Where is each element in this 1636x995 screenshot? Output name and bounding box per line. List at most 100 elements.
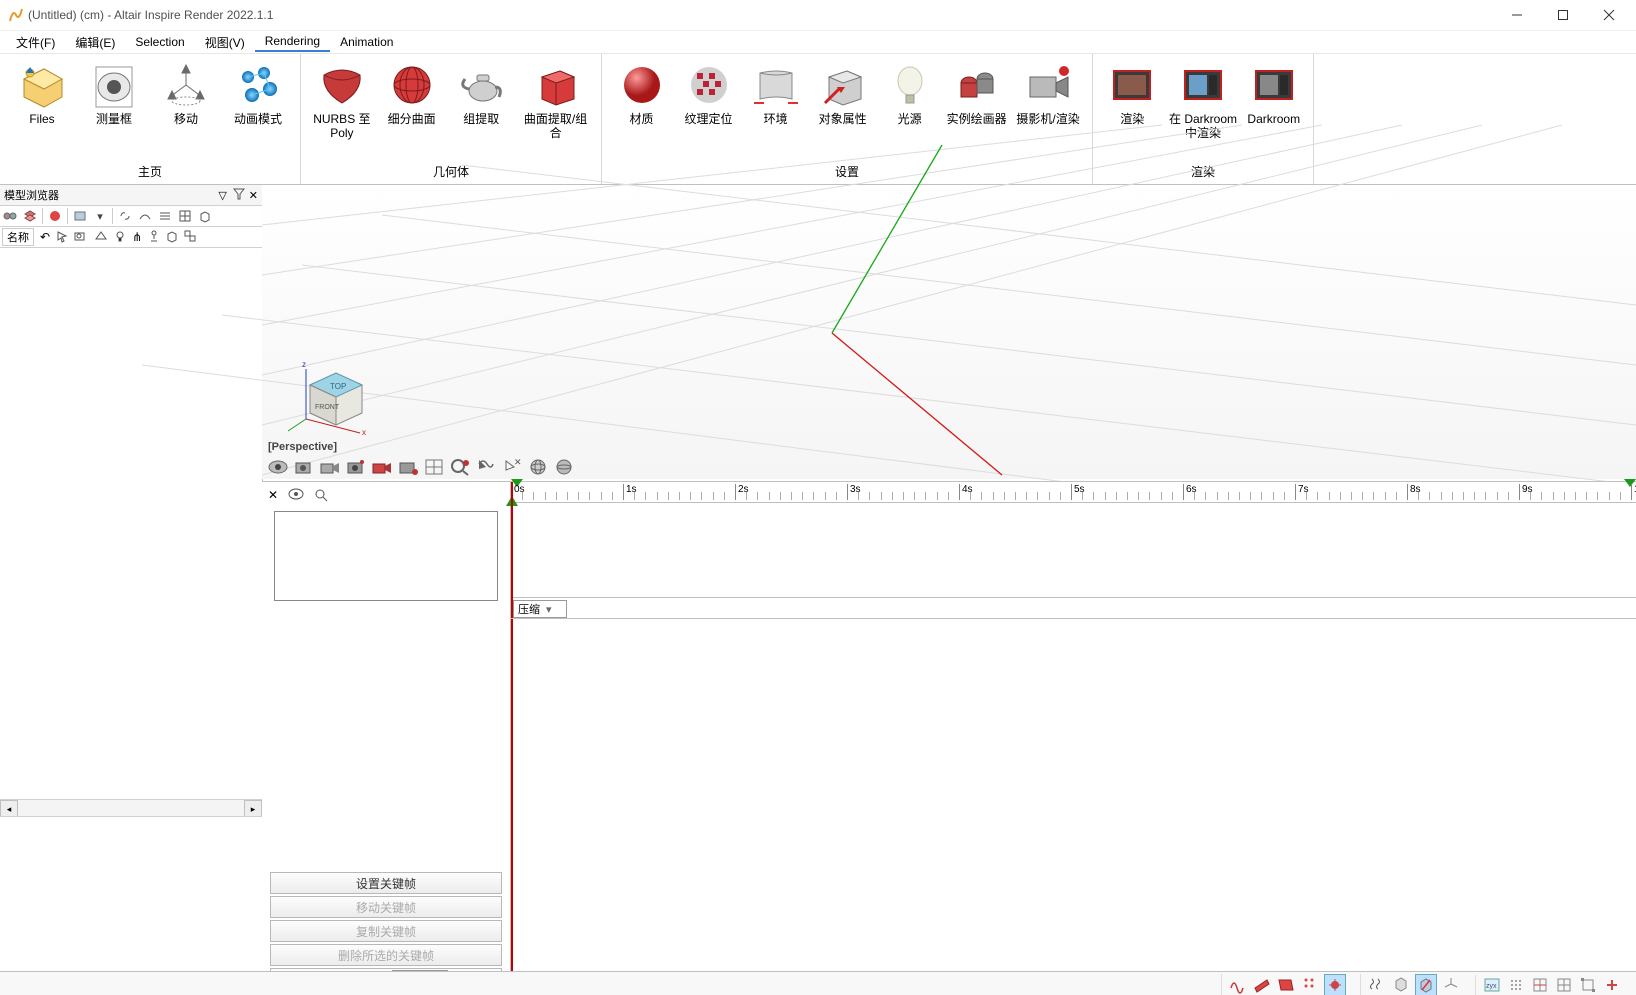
vt-one-icon[interactable] xyxy=(474,455,498,479)
sb-add-icon[interactable] xyxy=(1602,975,1622,995)
tl-eye-icon[interactable] xyxy=(288,488,304,505)
sb-grid3-icon[interactable] xyxy=(1554,975,1574,995)
viewport-label: [Perspective] xyxy=(268,441,337,453)
tool-scene-icon[interactable] xyxy=(2,208,18,224)
darkroom-render-button[interactable]: 在 Darkroom 中渲染 xyxy=(1165,58,1240,142)
material-button[interactable]: 材质 xyxy=(608,58,675,128)
funnel-icon[interactable] xyxy=(233,188,245,203)
tl-close-icon[interactable]: ✕ xyxy=(268,488,278,505)
tb2-back-icon[interactable]: ↶ xyxy=(40,230,50,244)
tool-env-icon[interactable] xyxy=(67,208,88,224)
files-button[interactable]: Files xyxy=(6,58,78,128)
close-panel-icon[interactable]: ✕ xyxy=(249,189,258,202)
vt-cam-red-icon[interactable] xyxy=(370,455,394,479)
menu-file[interactable]: 文件(F) xyxy=(6,32,65,53)
move-button[interactable]: 移动 xyxy=(150,58,222,128)
menu-view[interactable]: 视图(V) xyxy=(195,32,255,53)
darkroom-button[interactable]: Darkroom xyxy=(1241,58,1307,128)
minimize-button[interactable] xyxy=(1494,0,1540,30)
instance-painter-button[interactable]: 实例绘画器 xyxy=(943,58,1010,128)
horizontal-scrollbar[interactable]: ◂ ▸ xyxy=(0,800,262,816)
texture-pos-button[interactable]: 纹理定位 xyxy=(675,58,742,128)
sb-snap-icon[interactable] xyxy=(1324,974,1346,995)
set-keyframe-button[interactable]: 设置关键帧 xyxy=(270,872,502,894)
sb-red-plane2-icon[interactable] xyxy=(1276,974,1296,994)
delete-selected-keyframe-button[interactable]: 删除所选的关键帧 xyxy=(270,944,502,966)
track-compress-select[interactable]: 压缩▾ xyxy=(513,600,567,618)
tb2-stand-icon[interactable] xyxy=(148,230,160,245)
sb-wave-icon[interactable] xyxy=(1228,974,1248,994)
surface-extract-button[interactable]: 曲面提取/组合 xyxy=(516,58,595,142)
copy-keyframe-button[interactable]: 复制关键帧 xyxy=(270,920,502,942)
menu-selection[interactable]: Selection xyxy=(125,33,194,51)
ribbon-group-render: 渲染 xyxy=(1093,161,1313,184)
menu-rendering[interactable]: Rendering xyxy=(255,32,330,52)
tb2-light-icon[interactable] xyxy=(114,230,126,245)
render-button[interactable]: 渲染 xyxy=(1099,58,1165,128)
tb2-tripod-icon[interactable]: ⋔ xyxy=(132,230,142,244)
sb-axis-icon[interactable]: zyx xyxy=(1482,975,1502,995)
measure-button[interactable]: 测量框 xyxy=(78,58,150,128)
maximize-button[interactable] xyxy=(1540,0,1586,30)
tool-list-icon[interactable] xyxy=(157,208,173,224)
vt-cam2-icon[interactable] xyxy=(318,455,342,479)
vt-grid-icon[interactable] xyxy=(422,455,446,479)
cube-red-icon xyxy=(531,60,581,110)
timeline-tracks[interactable]: 0s1s2s3s4s5s6s7s8s9s10s 压缩▾ xyxy=(511,482,1636,995)
viewport-3d[interactable]: TOP FRONT z x xyxy=(262,185,1636,479)
tb2-camera-icon[interactable] xyxy=(74,230,88,245)
anim-mode-button[interactable]: 动画模式 xyxy=(222,58,294,128)
move-keyframe-button[interactable]: 移动关键帧 xyxy=(270,896,502,918)
sb-fan-icon[interactable] xyxy=(1441,974,1461,994)
environment-button[interactable]: 环境 xyxy=(742,58,809,128)
column-name[interactable]: 名称 xyxy=(2,228,34,246)
menu-edit[interactable]: 编辑(E) xyxy=(65,32,125,53)
vt-del-icon[interactable]: ✕ xyxy=(500,455,524,479)
menu-animation[interactable]: Animation xyxy=(330,33,403,51)
timeline-track-1[interactable] xyxy=(511,503,1636,598)
vt-eye-icon[interactable] xyxy=(266,455,290,479)
subdivide-button[interactable]: 细分曲面 xyxy=(377,58,447,128)
model-browser-title: 模型浏览器 ▽ ✕ xyxy=(0,185,262,206)
tool-grid-icon[interactable] xyxy=(177,208,193,224)
vt-sphere-icon[interactable] xyxy=(552,455,576,479)
sb-box-sel-icon[interactable] xyxy=(1415,974,1437,995)
measure-label: 测量框 xyxy=(96,112,132,126)
tool-layers-icon[interactable] xyxy=(22,208,38,224)
sb-grid-dots-icon[interactable] xyxy=(1506,975,1526,995)
ribbon-group-settings: 设置 xyxy=(602,161,1092,184)
timeline-track-2[interactable]: 压缩▾ xyxy=(511,598,1636,619)
vt-cam3-icon[interactable] xyxy=(344,455,368,479)
tool-curve-icon[interactable] xyxy=(137,208,153,224)
sb-red-plane-icon[interactable] xyxy=(1252,974,1272,994)
sb-spring-icon[interactable] xyxy=(1367,974,1387,994)
sb-grid2-icon[interactable] xyxy=(1530,975,1550,995)
tb2-plane-icon[interactable] xyxy=(94,230,108,245)
filter-icon[interactable]: ▽ xyxy=(218,189,226,202)
vt-camera-icon[interactable] xyxy=(292,455,316,479)
timeline-ruler[interactable]: 0s1s2s3s4s5s6s7s8s9s10s xyxy=(511,482,1636,503)
tool-cube-icon[interactable] xyxy=(197,208,213,224)
vt-globe-icon[interactable] xyxy=(526,455,550,479)
sb-bounds-icon[interactable] xyxy=(1578,975,1598,995)
sb-box-icon[interactable] xyxy=(1391,974,1411,994)
nurbs-button[interactable]: NURBS 至 Poly xyxy=(307,58,377,142)
tb2-box-icon[interactable] xyxy=(166,230,178,245)
ribbon-group-geometry: 几何体 xyxy=(301,161,601,184)
camera-render-button[interactable]: 摄影机/渲染 xyxy=(1010,58,1086,128)
tb2-group-icon[interactable] xyxy=(184,230,196,245)
tb2-pointer-icon[interactable] xyxy=(56,230,68,245)
model-tree[interactable] xyxy=(0,248,262,800)
vt-cam-dot-icon[interactable] xyxy=(396,455,420,479)
group-extract-button[interactable]: 组提取 xyxy=(446,58,516,128)
light-button[interactable]: 光源 xyxy=(876,58,943,128)
object-props-button[interactable]: 对象属性 xyxy=(809,58,876,128)
svg-text:zyx: zyx xyxy=(1486,983,1497,990)
sb-dots-icon[interactable] xyxy=(1300,974,1320,994)
vt-zoom-icon[interactable] xyxy=(448,455,472,479)
darkroom-in-icon xyxy=(1178,60,1228,110)
tool-link-icon[interactable] xyxy=(112,208,133,224)
close-button[interactable] xyxy=(1586,0,1632,30)
tl-search-icon[interactable] xyxy=(314,488,328,505)
tool-material-icon[interactable] xyxy=(42,208,63,224)
